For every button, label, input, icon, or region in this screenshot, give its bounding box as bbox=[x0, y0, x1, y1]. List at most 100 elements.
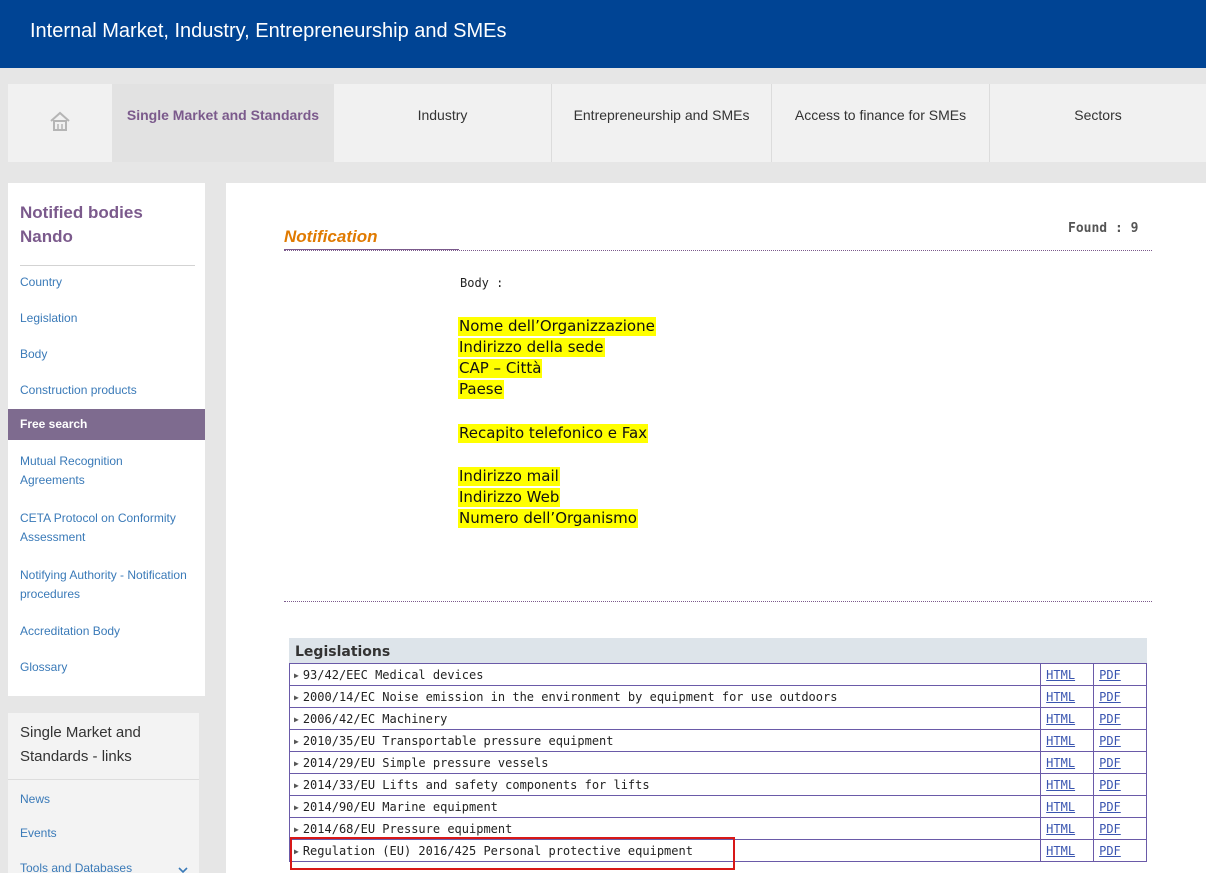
pdf-link[interactable]: PDF bbox=[1099, 800, 1121, 814]
pdf-link[interactable]: PDF bbox=[1099, 778, 1121, 792]
legislation-name-cell[interactable]: ▶ 2014/29/EU Simple pressure vessels bbox=[288, 751, 1042, 774]
nav-access-finance[interactable]: Access to finance for SMEs bbox=[772, 84, 990, 162]
legislation-name-cell[interactable]: ▶ 2014/90/EU Marine equipment bbox=[288, 795, 1042, 818]
caret-right-icon: ▶ bbox=[294, 692, 299, 702]
legislation-name-cell[interactable]: ▶ 2000/14/EC Noise emission in the enviro… bbox=[288, 685, 1042, 708]
highlight-org-name: Nome dell’Organizzazione bbox=[458, 317, 656, 336]
pdf-link[interactable]: PDF bbox=[1099, 712, 1121, 726]
links-item-news[interactable]: News bbox=[20, 792, 50, 806]
caret-right-icon: ▶ bbox=[294, 736, 299, 746]
legislation-name-cell[interactable]: ▶ 93/42/EEC Medical devices bbox=[288, 663, 1042, 686]
highlight-postcode-city: CAP – Città bbox=[458, 359, 543, 378]
html-link[interactable]: HTML bbox=[1046, 844, 1075, 858]
notification-heading: Notification bbox=[284, 227, 378, 246]
sidebar-item-notifying-authority[interactable]: Notifying Authority - Notification proce… bbox=[20, 566, 190, 604]
html-link-cell: HTML bbox=[1040, 729, 1095, 752]
html-link-cell: HTML bbox=[1040, 773, 1095, 796]
pdf-link[interactable]: PDF bbox=[1099, 690, 1121, 704]
pdf-link[interactable]: PDF bbox=[1099, 822, 1121, 836]
legislation-row: ▶ 2014/33/EU Lifts and safety components … bbox=[288, 773, 1147, 796]
found-count: Found : 9 bbox=[1068, 221, 1139, 236]
legislation-row: ▶ 2014/29/EU Simple pressure vessels HTML P… bbox=[288, 751, 1147, 774]
caret-right-icon: ▶ bbox=[294, 758, 299, 768]
site-title: Internal Market, Industry, Entrepreneurs… bbox=[30, 20, 507, 42]
sidebar-item-free-search[interactable]: Free search bbox=[8, 409, 205, 440]
sidebar-title: Notified bodies Nando bbox=[20, 203, 143, 246]
highlight-annotation-box bbox=[290, 837, 735, 870]
legislation-name[interactable]: 2006/42/EC Machinery bbox=[303, 712, 448, 726]
caret-right-icon: ▶ bbox=[294, 670, 299, 680]
caret-right-icon: ▶ bbox=[294, 714, 299, 724]
sidebar-item-legislation[interactable]: Legislation bbox=[20, 309, 200, 328]
nav-industry[interactable]: Industry bbox=[334, 84, 552, 162]
links-item-events[interactable]: Events bbox=[20, 826, 57, 840]
home-button[interactable] bbox=[8, 84, 112, 162]
sidebar-item-body[interactable]: Body bbox=[20, 345, 200, 364]
sidebar-item-glossary[interactable]: Glossary bbox=[20, 658, 200, 677]
sidebar-item-country[interactable]: Country bbox=[20, 273, 200, 292]
html-link[interactable]: HTML bbox=[1046, 668, 1075, 682]
html-link[interactable]: HTML bbox=[1046, 800, 1075, 814]
pdf-link-cell: PDF bbox=[1093, 839, 1147, 862]
legislation-row: ▶ 2014/90/EU Marine equipment HTML PDF bbox=[288, 795, 1147, 818]
sidebar-item-accreditation-body[interactable]: Accreditation Body bbox=[20, 622, 200, 641]
nav-entrepreneurship[interactable]: Entrepreneurship and SMEs bbox=[552, 84, 772, 162]
main-navigation: Single Market and Standards Industry Ent… bbox=[8, 84, 1206, 162]
pdf-link[interactable]: PDF bbox=[1099, 668, 1121, 682]
top-dotted-divider bbox=[284, 250, 1152, 251]
body-label: Body : bbox=[460, 276, 504, 290]
legislation-name[interactable]: 2014/90/EU Marine equipment bbox=[303, 800, 498, 814]
legislation-name[interactable]: 2010/35/EU Transportable pressure equipm… bbox=[303, 734, 614, 748]
html-link[interactable]: HTML bbox=[1046, 822, 1075, 836]
pdf-link-cell: PDF bbox=[1093, 685, 1147, 708]
html-link-cell: HTML bbox=[1040, 839, 1095, 862]
chevron-down-icon[interactable] bbox=[178, 863, 188, 873]
pdf-link[interactable]: PDF bbox=[1099, 756, 1121, 770]
pdf-link[interactable]: PDF bbox=[1099, 734, 1121, 748]
pdf-link[interactable]: PDF bbox=[1099, 844, 1121, 858]
sidebar: Notified bodies Nando Country Legislatio… bbox=[8, 183, 205, 696]
pdf-link-cell: PDF bbox=[1093, 773, 1147, 796]
legislation-name[interactable]: 2014/33/EU Lifts and safety components f… bbox=[303, 778, 650, 792]
html-link[interactable]: HTML bbox=[1046, 712, 1075, 726]
legislation-name-cell[interactable]: ▶ 2010/35/EU Transportable pressure equip… bbox=[288, 729, 1042, 752]
html-link-cell: HTML bbox=[1040, 685, 1095, 708]
html-link[interactable]: HTML bbox=[1046, 734, 1075, 748]
legislation-name[interactable]: 93/42/EEC Medical devices bbox=[303, 668, 484, 682]
pdf-link-cell: PDF bbox=[1093, 707, 1147, 730]
pdf-link-cell: PDF bbox=[1093, 795, 1147, 818]
html-link[interactable]: HTML bbox=[1046, 778, 1075, 792]
legislation-name-cell[interactable]: ▶ 2006/42/EC Machinery bbox=[288, 707, 1042, 730]
html-link[interactable]: HTML bbox=[1046, 756, 1075, 770]
highlight-address: Indirizzo della sede bbox=[458, 338, 605, 357]
sidebar-item-ceta-protocol[interactable]: CETA Protocol on Conformity Assessment bbox=[20, 509, 185, 547]
links-panel-title: Single Market and Standards - links bbox=[20, 724, 141, 765]
highlight-website: Indirizzo Web bbox=[458, 488, 561, 507]
legislations-heading: Legislations bbox=[289, 638, 1147, 663]
links-panel-divider bbox=[8, 779, 199, 780]
legislation-name-cell[interactable]: ▶ 2014/33/EU Lifts and safety components … bbox=[288, 773, 1042, 796]
html-link[interactable]: HTML bbox=[1046, 690, 1075, 704]
sidebar-divider bbox=[20, 265, 195, 266]
main-content: Notification Found : 9 Body : Nome dell’… bbox=[226, 183, 1206, 873]
caret-right-icon: ▶ bbox=[294, 802, 299, 812]
pdf-link-cell: PDF bbox=[1093, 751, 1147, 774]
nav-sectors[interactable]: Sectors bbox=[990, 84, 1206, 162]
legislation-row: ▶ 2000/14/EC Noise emission in the enviro… bbox=[288, 685, 1147, 708]
highlight-email: Indirizzo mail bbox=[458, 467, 560, 486]
highlight-country: Paese bbox=[458, 380, 504, 399]
legislation-name[interactable]: 2014/29/EU Simple pressure vessels bbox=[303, 756, 549, 770]
sidebar-item-mutual-recognition[interactable]: Mutual Recognition Agreements bbox=[20, 452, 170, 490]
nav-single-market[interactable]: Single Market and Standards bbox=[112, 84, 334, 162]
html-link-cell: HTML bbox=[1040, 707, 1095, 730]
sidebar-item-construction-products[interactable]: Construction products bbox=[20, 381, 200, 400]
caret-right-icon: ▶ bbox=[294, 824, 299, 834]
home-icon bbox=[49, 110, 71, 137]
legislation-name[interactable]: 2000/14/EC Noise emission in the environ… bbox=[303, 690, 838, 704]
html-link-cell: HTML bbox=[1040, 663, 1095, 686]
legislation-row: ▶ 2010/35/EU Transportable pressure equip… bbox=[288, 729, 1147, 752]
legislation-name[interactable]: 2014/68/EU Pressure equipment bbox=[303, 822, 513, 836]
links-item-tools-databases[interactable]: Tools and Databases bbox=[20, 861, 132, 873]
html-link-cell: HTML bbox=[1040, 817, 1095, 840]
legislation-row: ▶ 2006/42/EC Machinery HTML PDF bbox=[288, 707, 1147, 730]
